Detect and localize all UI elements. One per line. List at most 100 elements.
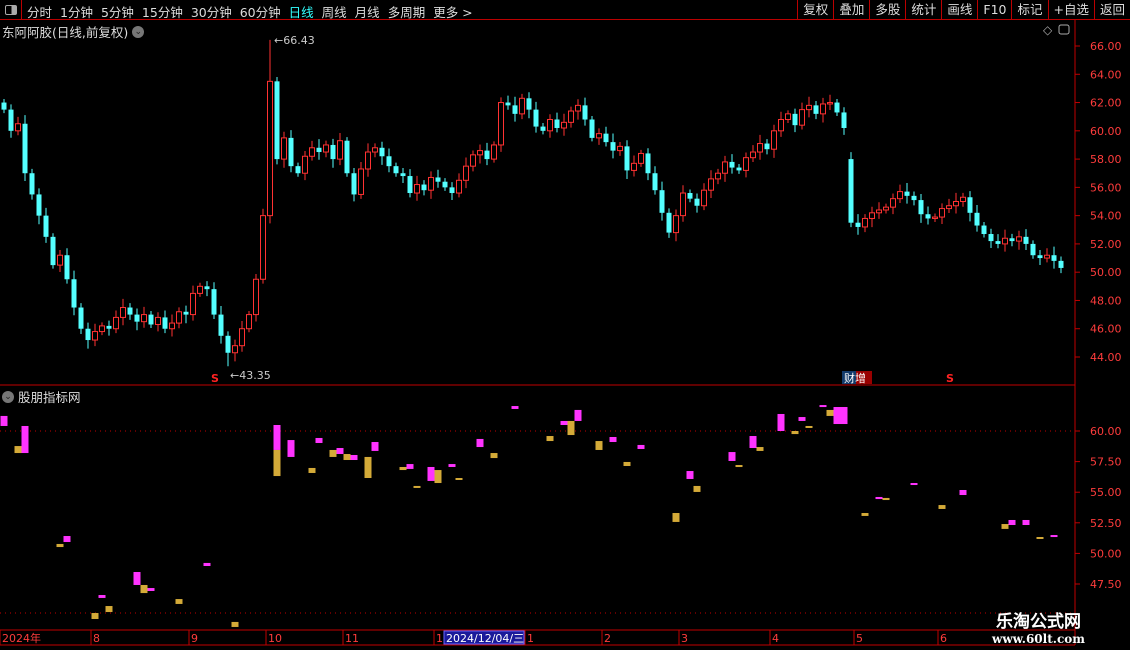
- candle-body: [645, 153, 651, 174]
- candle-body: [414, 184, 420, 194]
- candle-body: [1, 102, 7, 110]
- candle-body: [771, 130, 777, 150]
- price-tick-label: 58.00: [1090, 153, 1122, 166]
- candle-body: [218, 314, 224, 336]
- indicator-bar: [490, 453, 498, 459]
- candle-body: [428, 176, 434, 191]
- candle-body: [897, 191, 903, 200]
- candle-body: [652, 173, 658, 191]
- candle-body: [337, 140, 343, 160]
- candle-body: [1058, 260, 1064, 268]
- candle-body: [421, 184, 427, 191]
- candle-body: [330, 144, 336, 160]
- candle-body: [834, 102, 840, 113]
- indicator-bar: [910, 483, 918, 486]
- indicator-bar: [63, 536, 71, 543]
- candle-body: [729, 161, 735, 168]
- indicator-bar: [91, 613, 99, 620]
- time-label: 8: [93, 632, 100, 645]
- price-tick-label: 56.00: [1090, 181, 1122, 194]
- indicator-bar: [574, 409, 582, 421]
- time-label: 5: [856, 632, 863, 645]
- candle-body: [568, 110, 574, 123]
- candle-body: [988, 234, 994, 242]
- indicator-tick-label: 47.50: [1090, 578, 1122, 591]
- candle-body: [743, 157, 749, 171]
- indicator-bar: [98, 595, 106, 598]
- candle-body: [939, 208, 945, 218]
- watermark: 乐淘公式网 www.60lt.com: [992, 607, 1085, 646]
- indicator-bar: [672, 513, 680, 522]
- candle-body: [596, 133, 602, 139]
- candle-body: [953, 201, 959, 207]
- indicator-bar: [448, 464, 456, 467]
- indicator-bar: [315, 437, 323, 443]
- candle-body: [540, 126, 546, 131]
- candle-body: [260, 215, 266, 280]
- candle-body: [1037, 255, 1043, 259]
- indicator-bar: [343, 454, 351, 461]
- price-tick-label: 48.00: [1090, 294, 1122, 307]
- candle-body: [393, 166, 399, 174]
- candle-body: [820, 103, 826, 115]
- candle-body: [624, 146, 630, 171]
- candle-body: [799, 109, 805, 126]
- layout-icon: [1058, 24, 1070, 35]
- candle-body: [673, 215, 679, 234]
- candle-body: [526, 98, 532, 110]
- price-tick-label: 50.00: [1090, 266, 1122, 279]
- candle-body: [449, 187, 455, 194]
- indicator-bar: [511, 406, 519, 409]
- candle-body: [995, 241, 1001, 244]
- indicator-bar: [882, 497, 890, 501]
- cursor-date: 2024/12/04/三: [446, 632, 524, 645]
- candle-body: [29, 173, 35, 195]
- watermark-name: 乐淘公式网: [995, 612, 1081, 632]
- indicator-tick-label: 50.00: [1090, 547, 1122, 560]
- indicator-bar: [1036, 536, 1044, 539]
- indicator-bar: [735, 465, 743, 468]
- candle-body: [323, 144, 329, 153]
- candle-body: [1023, 236, 1029, 244]
- indicator-bar: [833, 407, 841, 425]
- indicator-tick-label: 60.00: [1090, 425, 1122, 438]
- indicator-bar: [105, 606, 113, 613]
- candle-body: [8, 109, 14, 131]
- candle-body: [407, 176, 413, 194]
- high-label: ←66.43: [274, 34, 315, 47]
- candle-body: [694, 198, 700, 206]
- indicator-bar: [686, 471, 694, 479]
- time-label: 3: [681, 632, 688, 645]
- candle-body: [155, 316, 161, 325]
- candle-body: [806, 104, 812, 111]
- indicator-bar: [399, 466, 407, 471]
- signal-marker: S: [946, 372, 954, 385]
- candle-body: [470, 154, 476, 167]
- candle-body: [1002, 237, 1008, 245]
- candle-body: [78, 307, 84, 329]
- price-tick-label: 44.00: [1090, 351, 1122, 364]
- time-label: 6: [940, 632, 947, 645]
- indicator-bar: [273, 425, 281, 450]
- candle-body: [610, 142, 616, 151]
- price-tick-label: 62.00: [1090, 97, 1122, 110]
- candle-body: [974, 212, 980, 226]
- candle-body: [708, 178, 714, 191]
- candle-body: [50, 236, 56, 266]
- candle-body: [785, 113, 791, 121]
- candle-body: [295, 166, 301, 174]
- kline-chart[interactable]: ◇ 66.00 64.00 62.00 60.00 58.00 56.00 54.00 52.0…: [0, 0, 1130, 650]
- indicator-bar: [749, 436, 757, 449]
- candle-body: [582, 105, 588, 120]
- candle-body: [190, 292, 196, 316]
- indicator-bar: [287, 440, 295, 457]
- indicator-bar: [609, 436, 617, 443]
- indicator-bar: [567, 420, 575, 436]
- indicator-bar: [476, 438, 484, 448]
- candle-body: [701, 189, 707, 207]
- candle-body: [827, 102, 833, 105]
- candle-body: [918, 200, 924, 215]
- candle-body: [344, 140, 350, 174]
- time-label: 11: [345, 632, 359, 645]
- candle-body: [442, 181, 448, 188]
